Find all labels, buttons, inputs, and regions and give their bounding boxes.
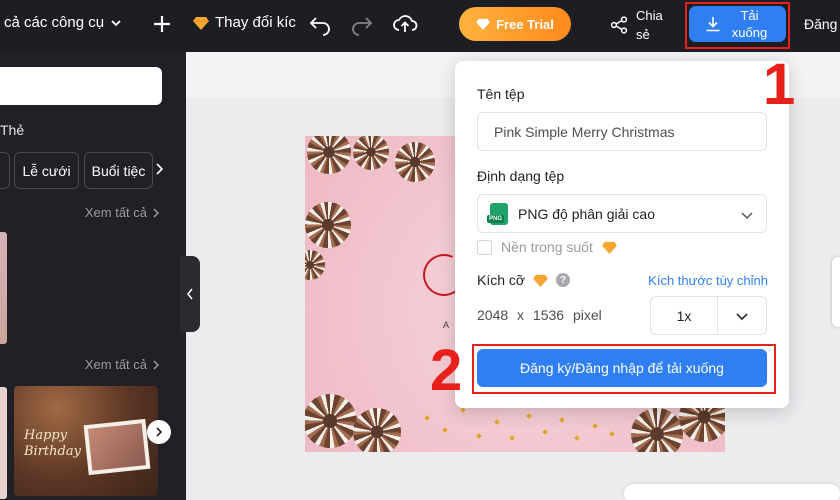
cloud-upload-icon[interactable] <box>392 11 418 37</box>
top-bar: cả các công cụ Thay đổi kíc Free Trial C… <box>0 0 840 52</box>
gold-star <box>592 423 598 429</box>
step-number-2: 2 <box>430 338 463 403</box>
plus-icon[interactable] <box>150 12 174 36</box>
pinecone-decoration <box>305 394 357 448</box>
premium-diamond-icon <box>533 274 549 287</box>
see-all-link[interactable]: Xem tất cả <box>85 205 160 220</box>
pinecone-decoration <box>353 136 389 170</box>
gold-star <box>559 417 565 423</box>
next-arrow-button[interactable] <box>147 420 171 444</box>
left-panel: Thẻ Lễ cưới Buổi tiệc Xem tất cả Xem tất… <box>0 52 186 500</box>
free-trial-button[interactable]: Free Trial <box>459 7 571 41</box>
chip-wedding[interactable]: Lễ cưới <box>14 152 79 189</box>
right-panel-handle[interactable] <box>832 257 840 327</box>
transparent-background-option[interactable]: Nền trong suốt <box>477 239 617 255</box>
category-chip-partial[interactable] <box>0 152 10 189</box>
diamond-icon <box>476 18 490 30</box>
chevron-down-icon <box>111 19 121 26</box>
gold-star <box>424 415 430 421</box>
share-label: Chia sẻ <box>636 8 663 42</box>
size-label-group: Kích cỡ ? <box>477 272 571 288</box>
see-all-label: Xem tất cả <box>84 357 147 372</box>
share-button[interactable]: Chia sẻ <box>610 6 670 44</box>
signup-highlight-box <box>472 344 776 394</box>
resize-label: Thay đổi kíc <box>215 14 296 31</box>
transparent-label: Nền trong suốt <box>501 239 593 255</box>
chevron-right-icon[interactable] <box>153 162 167 176</box>
zoom-control[interactable] <box>624 484 840 500</box>
thumbnail-text: Happy Birthday <box>24 428 81 459</box>
dimensions-text: 2048 x 1536 pixel <box>477 307 602 323</box>
birthday-template-thumbnail[interactable]: Happy Birthday <box>14 386 158 496</box>
chevron-right-icon <box>153 207 160 218</box>
size-row: Kích cỡ ? Kích thước tùy chỉnh <box>477 272 768 292</box>
png-file-icon: PNG <box>487 202 508 225</box>
gold-star <box>494 419 500 425</box>
download-highlight-box <box>685 2 790 49</box>
resize-button[interactable]: Thay đổi kíc <box>193 14 296 31</box>
see-all-label: Xem tất cả <box>84 205 147 220</box>
custom-size-link[interactable]: Kích thước tùy chỉnh <box>648 273 768 288</box>
template-thumbnail[interactable] <box>0 387 7 499</box>
search-input[interactable] <box>0 67 162 105</box>
chevron-down-icon <box>736 313 748 321</box>
chevron-right-icon <box>156 427 163 437</box>
png-icon-text: PNG <box>487 214 505 223</box>
template-thumbnail[interactable] <box>0 232 7 344</box>
chevron-left-icon <box>187 288 193 300</box>
help-icon[interactable]: ? <box>556 273 571 287</box>
pinecone-decoration <box>307 136 351 174</box>
size-label: Kích cỡ <box>477 272 526 288</box>
undo-icon[interactable] <box>308 12 332 36</box>
format-value: PNG độ phân giải cao <box>518 205 655 222</box>
pinecone-decoration <box>305 250 325 280</box>
all-tools-label: cả các công cụ <box>4 14 105 31</box>
monogram-letter: A <box>443 320 452 330</box>
transparent-checkbox[interactable] <box>477 239 492 255</box>
filename-label: Tên tệp <box>477 86 525 102</box>
filename-input[interactable]: Pink Simple Merry Christmas <box>477 112 767 151</box>
format-select[interactable]: PNG PNG độ phân giải cao <box>477 194 767 233</box>
pinecone-decoration <box>631 408 683 452</box>
gold-star <box>442 427 448 433</box>
free-trial-label: Free Trial <box>496 16 554 32</box>
category-label: Thẻ <box>0 122 25 138</box>
see-all-link[interactable]: Xem tất cả <box>85 357 160 372</box>
scale-value: 1x <box>651 297 718 334</box>
diamond-icon <box>193 16 209 30</box>
gold-star <box>476 433 482 439</box>
step-number-1: 1 <box>763 52 796 117</box>
scale-select[interactable]: 1x <box>650 296 767 335</box>
thumbnail-photo <box>83 418 151 476</box>
login-button[interactable]: Đăng <box>804 16 837 32</box>
share-icon <box>610 16 628 34</box>
format-label: Định dạng tệp <box>477 168 565 184</box>
pinecone-decoration <box>353 408 401 452</box>
redo-icon[interactable] <box>350 12 374 36</box>
pinecone-decoration <box>395 142 435 182</box>
premium-diamond-icon <box>601 241 617 254</box>
gold-star <box>526 413 532 419</box>
gold-star <box>609 431 615 437</box>
chevron-right-icon <box>153 359 160 370</box>
gold-star <box>574 435 580 441</box>
chevron-down-icon <box>741 212 753 220</box>
gold-star <box>509 435 515 441</box>
pinecone-decoration <box>305 202 351 248</box>
gold-star <box>460 407 466 413</box>
all-tools-menu[interactable]: cả các công cụ <box>4 14 122 31</box>
gold-star <box>542 429 548 435</box>
collapse-panel-button[interactable] <box>180 256 200 332</box>
chip-party[interactable]: Buổi tiệc <box>84 152 153 189</box>
